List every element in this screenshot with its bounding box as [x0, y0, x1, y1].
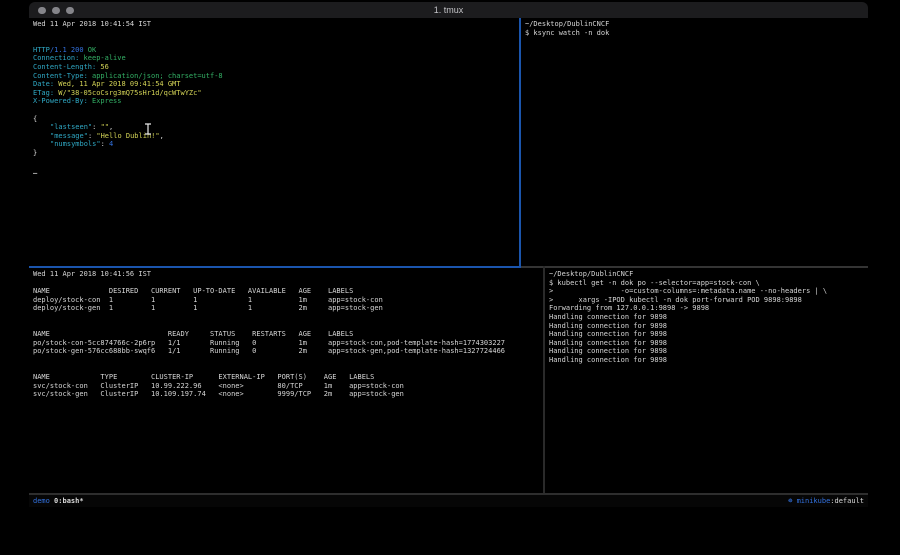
http-header-line: X-Powered-By: Express [33, 97, 519, 106]
http-reason: OK [88, 46, 96, 54]
mouse-ibeam-pointer-icon [144, 120, 152, 139]
pane-divider-vertical-top[interactable] [519, 18, 521, 268]
pane-bottom-left-kubectl-get[interactable]: Wed 11 Apr 2018 10:41:56 IST NAME DESIRE… [29, 268, 543, 493]
brace: } [33, 149, 37, 157]
pane-bottom-right-port-forward[interactable]: ~/Desktop/DublinCNCF $ kubectl get -n do… [545, 268, 868, 493]
header-name: Content-Type: [33, 72, 88, 80]
kube-context: minikube [797, 497, 831, 505]
terminal-line [33, 106, 519, 115]
header-value: 56 [100, 63, 108, 71]
header-value: Wed, 11 Apr 2018 09:41:54 GMT [58, 80, 180, 88]
json-close-brace: } [33, 149, 519, 158]
terminal-line [33, 29, 519, 38]
http-status-line: HTTP/1.1 200 OK [33, 46, 519, 55]
json-key: "message" [50, 132, 88, 140]
pane-top-left-http-response[interactable]: Wed 11 Apr 2018 10:41:54 IST HTTP/1.1 20… [29, 18, 519, 266]
http-header-line: Content-Type: application/json; charset=u… [33, 72, 519, 81]
json-sep: : [101, 140, 109, 148]
tmux-status-bar: demo 0:bash* ☸ minikube:default [29, 495, 868, 507]
json-field-line: "lastseen": "", [33, 123, 519, 132]
terminal-line [33, 37, 519, 46]
header-name: Date: [33, 80, 54, 88]
json-key: "numsymbols" [50, 140, 101, 148]
timestamp-line: Wed 11 Apr 2018 10:41:54 IST [33, 20, 519, 29]
window-titlebar[interactable]: 1. tmux [29, 2, 868, 18]
http-header-line: Connection: keep-alive [33, 54, 519, 63]
terminal-cursor: _ [33, 166, 37, 174]
json-comma: , [160, 132, 164, 140]
http-header-line: Date: Wed, 11 Apr 2018 09:41:54 GMT [33, 80, 519, 89]
header-value: keep-alive [84, 54, 126, 62]
json-comma: , [109, 123, 113, 131]
json-field-line: "message": "Hello Dublin!", [33, 132, 519, 141]
header-name: ETag: [33, 89, 54, 97]
session-name: demo [33, 497, 50, 505]
header-name: X-Powered-By: [33, 97, 88, 105]
json-field-line: "numsymbols": 4 [33, 140, 519, 149]
window-title: 1. tmux [29, 5, 868, 15]
json-sep: : [92, 123, 100, 131]
header-value: Express [92, 97, 122, 105]
terminal-cursor-line: _ [33, 166, 519, 175]
http-header-line: Content-Length: 56 [33, 63, 519, 72]
brace: { [33, 115, 37, 123]
tmux-terminal: Wed 11 Apr 2018 10:41:54 IST HTTP/1.1 20… [29, 18, 868, 507]
header-name: Connection: [33, 54, 79, 62]
desktop-background: 1. tmux Wed 11 Apr 2018 10:41:54 IST HTT… [0, 0, 900, 555]
http-proto: HTTP [33, 46, 50, 54]
terminal-line [33, 158, 519, 167]
header-value: W/"38-05coCsrg3mQ75sHr1d/qcWTwYZc" [58, 89, 201, 97]
ksync-output: ~/Desktop/DublinCNCF $ ksync watch -n do… [525, 20, 868, 37]
kube-namespace: :default [830, 497, 864, 505]
port-forward-output: ~/Desktop/DublinCNCF $ kubectl get -n do… [549, 270, 868, 365]
http-header-line: ETag: W/"38-05coCsrg3mQ75sHr1d/qcWTwYZc" [33, 89, 519, 98]
http-version-code: /1.1 200 [50, 46, 84, 54]
kubectl-get-output: Wed 11 Apr 2018 10:41:56 IST NAME DESIRE… [33, 270, 543, 399]
status-left: demo 0:bash* [33, 495, 84, 507]
pane-top-right-ksync[interactable]: ~/Desktop/DublinCNCF $ ksync watch -n do… [521, 18, 868, 266]
terminal-window: 1. tmux Wed 11 Apr 2018 10:41:54 IST HTT… [29, 2, 868, 507]
json-open-brace: { [33, 115, 519, 124]
window-tab[interactable]: 0:bash* [54, 497, 84, 505]
header-value: application/json; charset=utf-8 [92, 72, 223, 80]
kubernetes-icon: ☸ [788, 497, 792, 505]
json-key: "lastseen" [50, 123, 92, 131]
json-value: "" [101, 123, 109, 131]
status-right: ☸ minikube:default [788, 495, 864, 507]
json-value: 4 [109, 140, 113, 148]
header-name: Content-Length: [33, 63, 96, 71]
